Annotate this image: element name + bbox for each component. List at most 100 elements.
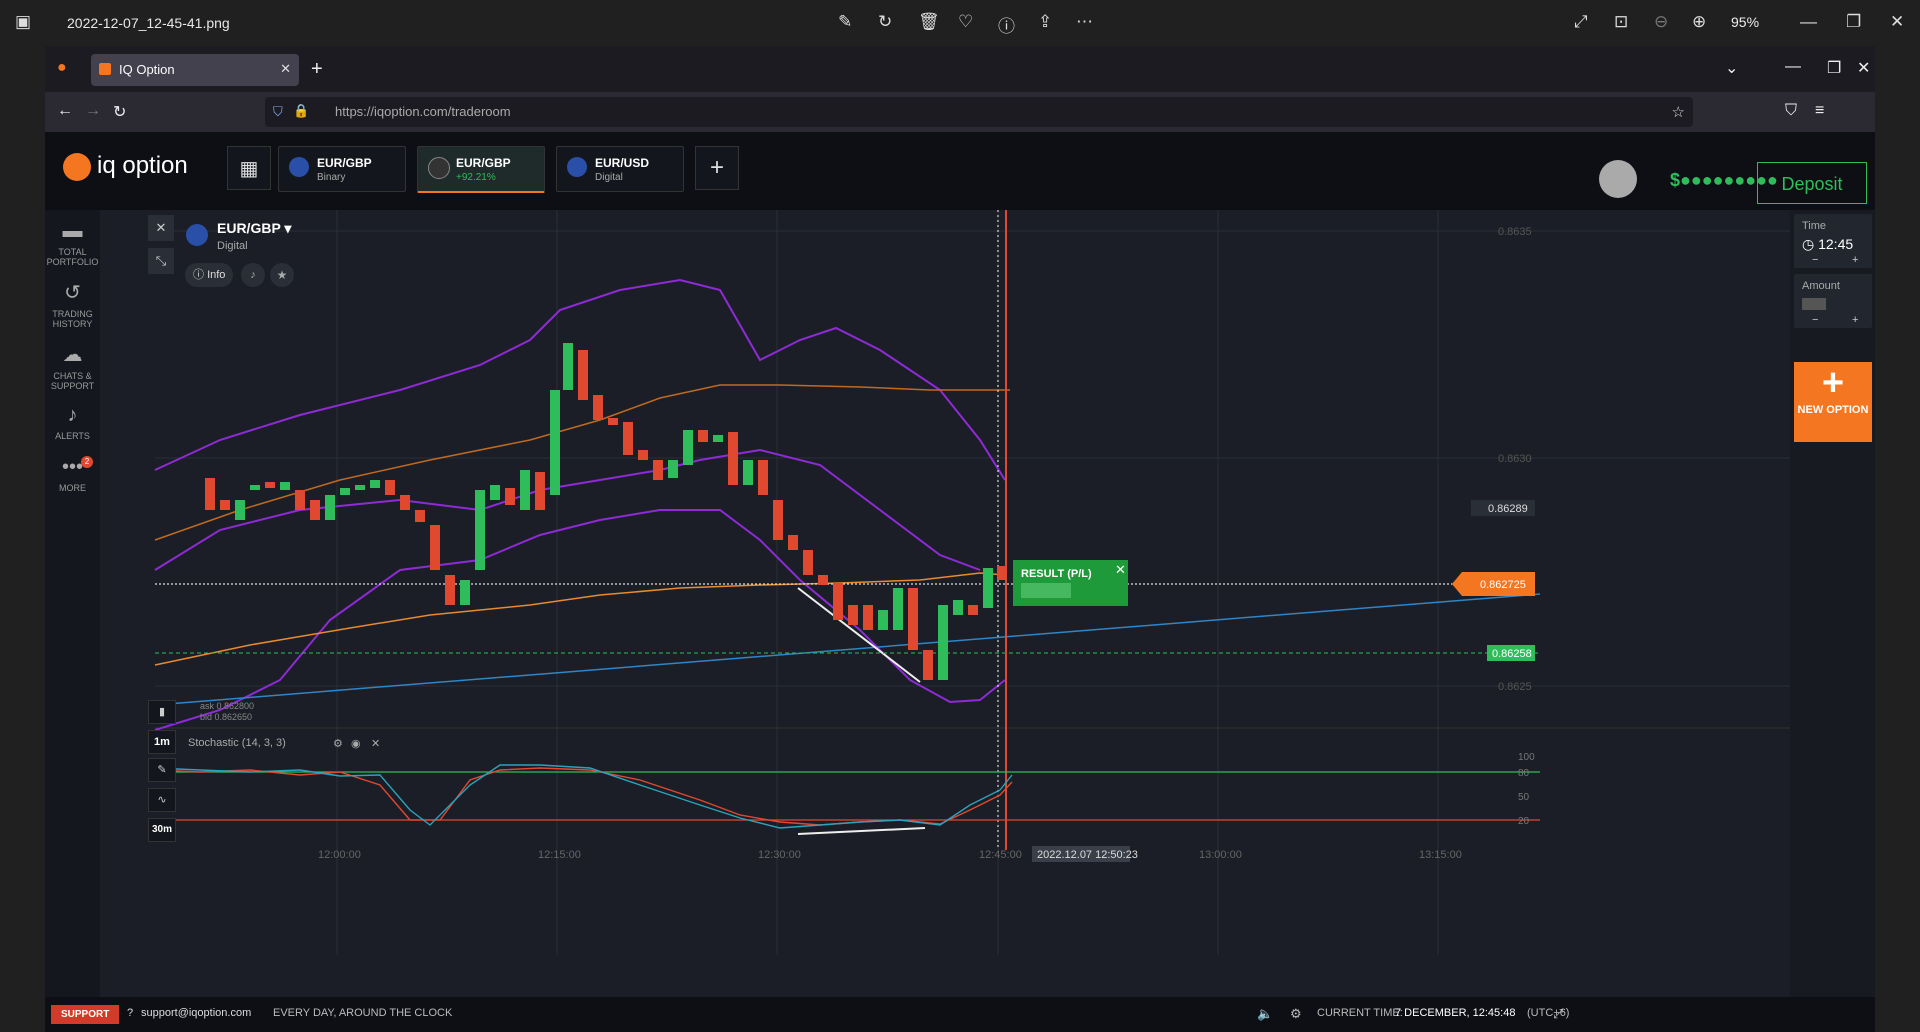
indicators-icon[interactable]: ∿ — [148, 788, 176, 812]
asset-tab-eurgbp-binary[interactable]: EUR/GBP Binary — [278, 146, 406, 192]
asset-type: Digital — [217, 240, 248, 252]
candle — [355, 485, 365, 490]
bookmark-star-icon[interactable]: ☆ — [1672, 103, 1685, 121]
browser-close-icon[interactable]: ✕ — [1857, 58, 1870, 78]
amount-blurred-value — [1802, 298, 1826, 310]
forward-icon[interactable]: → — [85, 102, 101, 120]
candle — [265, 482, 275, 488]
sidebar-item-more[interactable]: ••• MORE 2 — [45, 456, 100, 493]
new-tab-icon[interactable]: + — [311, 58, 323, 81]
share-icon[interactable]: ⇪ — [1038, 12, 1052, 32]
time-selector[interactable]: Time ◷ 12:45 − + — [1794, 214, 1872, 268]
back-icon[interactable]: ← — [57, 102, 73, 120]
logo[interactable]: iq option — [63, 152, 188, 181]
current-time-value: 7 DECEMBER, 12:45:48 — [1395, 1007, 1516, 1019]
price-chart[interactable]: 0.8635 0.8630 0.8625 0.86289 0.862725 0.… — [100, 210, 1790, 997]
url-bar[interactable]: ⛉ 🔒 https://iqoption.com/traderoom ☆ — [265, 97, 1693, 127]
alert-bell-icon[interactable]: ♪ — [241, 263, 265, 287]
browser-minimize-icon[interactable]: — — [1785, 58, 1801, 76]
candle — [953, 600, 963, 615]
support-button[interactable]: SUPPORT — [51, 1005, 120, 1024]
candle — [818, 575, 828, 585]
info-icon[interactable]: ⓘ — [998, 12, 1015, 37]
amount-minus-button[interactable]: − — [1812, 314, 1818, 326]
amount-label: Amount — [1802, 280, 1840, 292]
settings-icon[interactable]: ⚙ — [1290, 1006, 1302, 1022]
asset-tab-eurusd-digital[interactable]: EUR/USD Digital — [556, 146, 684, 192]
favorite-icon[interactable]: ♡ — [958, 12, 973, 32]
candle — [848, 605, 858, 625]
time-minus-button[interactable]: − — [1812, 254, 1818, 266]
stoch-level: 50 — [1518, 792, 1530, 803]
menu-icon[interactable]: ≡ — [1815, 102, 1824, 120]
delete-icon[interactable]: 🗑 — [918, 12, 940, 32]
collapse-icon[interactable]: ⤡ — [148, 248, 174, 274]
close-chart-icon[interactable]: ✕ — [148, 215, 174, 241]
candle — [983, 568, 993, 608]
candle — [788, 535, 798, 550]
indicator-label: Stochastic (14, 3, 3) — [188, 737, 286, 749]
asset-name: EUR/GBP — [217, 220, 281, 236]
asset-tab-name: EUR/GBP — [456, 156, 511, 170]
asset-tab-eurgbp-active[interactable]: EUR/GBP +92.21% — [417, 146, 545, 193]
edit-icon[interactable]: ✎ — [838, 12, 852, 32]
sidebar-item-portfolio[interactable]: ▬ TOTAL PORTFOLIO — [45, 220, 100, 267]
browser-restore-icon[interactable]: ❐ — [1827, 58, 1841, 78]
favorite-star-icon[interactable]: ★ — [270, 263, 294, 287]
add-asset-button[interactable]: + — [695, 146, 739, 190]
tab-close-icon[interactable]: ✕ — [280, 61, 291, 77]
actual-size-icon[interactable]: ⊡ — [1614, 12, 1628, 32]
close-icon[interactable]: ✕ — [1890, 12, 1904, 32]
tab-list-icon[interactable]: ⌄ — [1725, 58, 1738, 78]
sidebar-item-alerts[interactable]: ♪ ALERTS — [45, 404, 100, 441]
timeframe-1m[interactable]: 1m — [148, 730, 176, 754]
info-button[interactable]: ⓘ Info — [185, 263, 234, 287]
asset-selector[interactable]: EUR/GBP ▾ — [217, 220, 291, 237]
pocket-icon[interactable]: ⛉ — [1785, 102, 1797, 120]
x-tick: 13:00:00 — [1199, 849, 1242, 861]
bell-icon: ♪ — [67, 404, 78, 426]
grid-icon[interactable]: ▦ — [227, 146, 271, 190]
candle — [893, 588, 903, 630]
candle — [908, 588, 918, 650]
alert-price-text: 0.86289 — [1488, 503, 1528, 515]
candle — [938, 605, 948, 680]
more-icon[interactable]: ⋯ — [1076, 12, 1093, 32]
zoom-in-icon[interactable]: ⊕ — [1692, 12, 1706, 32]
candle — [340, 488, 350, 495]
amount-plus-button[interactable]: + — [1852, 314, 1858, 326]
time-value-text: 12:45 — [1818, 236, 1854, 252]
drawing-tool-icon[interactable]: ✎ — [148, 758, 176, 782]
y-tick: 0.8625 — [1498, 681, 1532, 693]
sound-icon[interactable]: 🔈 — [1257, 1006, 1273, 1022]
deposit-button[interactable]: Deposit — [1757, 162, 1867, 204]
trade-panel: Time ◷ 12:45 − + Amount − + + NEW OPTION — [1790, 210, 1875, 1032]
reload-icon[interactable]: ↻ — [113, 102, 126, 122]
candle — [833, 583, 843, 620]
sidebar-item-chats[interactable]: ☁ CHATS & SUPPORT — [45, 342, 100, 391]
logo-icon — [63, 152, 91, 181]
chart-area[interactable]: 0.8635 0.8630 0.8625 0.86289 0.862725 0.… — [100, 210, 1790, 1032]
sidebar-item-history[interactable]: ↺ TRADING HISTORY — [45, 280, 100, 329]
stoch-level: 100 — [1518, 752, 1535, 763]
new-option-button[interactable]: + NEW OPTION — [1794, 362, 1872, 442]
minimize-icon[interactable]: — — [1800, 12, 1817, 32]
chart-type-icon[interactable]: ▮ — [148, 700, 176, 724]
fullscreen-icon[interactable]: ⤢ — [1553, 1006, 1563, 1022]
avatar[interactable] — [1599, 160, 1637, 198]
fullscreen-icon[interactable]: ⤢ — [1574, 12, 1588, 32]
eurgbp-flag-icon — [186, 224, 208, 246]
zoom-out-icon[interactable]: ⊖ — [1654, 12, 1668, 32]
browser-tab[interactable]: IQ Option ✕ — [91, 54, 299, 86]
support-email[interactable]: support@iqoption.com — [141, 1007, 251, 1019]
candle — [803, 550, 813, 575]
logo-text: iq option — [97, 152, 188, 179]
maximize-icon[interactable]: ❐ — [1846, 12, 1861, 32]
indicator-settings-icon: ⚙ — [333, 738, 343, 750]
amount-selector[interactable]: Amount − + — [1794, 274, 1872, 328]
rotate-icon[interactable]: ↻ — [878, 12, 892, 32]
candle — [310, 500, 320, 520]
time-plus-button[interactable]: + — [1852, 254, 1858, 266]
candle — [475, 490, 485, 570]
timeframe-30m[interactable]: 30m — [148, 818, 176, 842]
